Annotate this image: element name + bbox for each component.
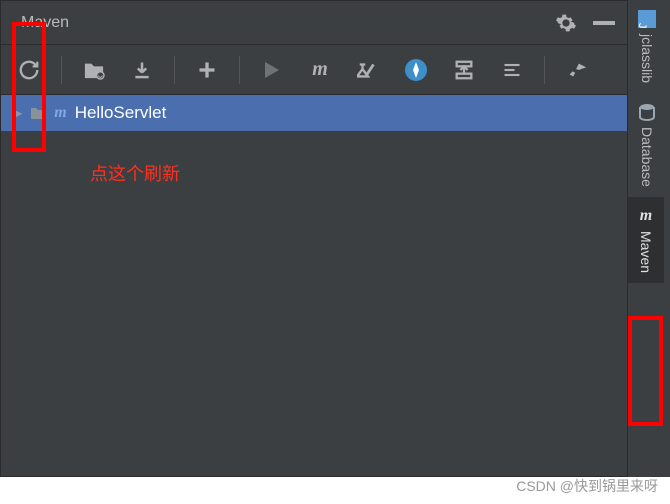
tree-item-project[interactable]: ▶ m HelloServlet <box>1 95 627 131</box>
reload-button[interactable] <box>9 50 49 90</box>
skip-tests-button[interactable] <box>348 50 388 90</box>
maven-tool-window: Maven m <box>0 0 628 477</box>
minimize-icon[interactable] <box>593 21 615 25</box>
sidebar-tab-label: jclasslib <box>639 34 655 83</box>
offline-button[interactable] <box>396 50 436 90</box>
right-sidebar: J jclasslib Database m Maven <box>628 0 670 477</box>
chevron-right-icon[interactable]: ▶ <box>13 106 22 120</box>
title-bar: Maven <box>1 1 627 45</box>
folder-icon <box>30 106 46 120</box>
run-button[interactable] <box>252 50 292 90</box>
database-icon <box>638 103 656 121</box>
title-actions <box>555 12 615 34</box>
watermark: CSDN @快到锅里来呀 <box>516 476 658 496</box>
separator <box>174 56 175 84</box>
separator <box>239 56 240 84</box>
sidebar-tab-jclasslib[interactable]: J jclasslib <box>628 0 666 93</box>
sidebar-tab-label: Maven <box>638 231 654 273</box>
annotation-text: 点这个刷新 <box>90 160 180 186</box>
add-button[interactable] <box>187 50 227 90</box>
sidebar-tab-maven[interactable]: m Maven <box>628 197 664 283</box>
project-tree: ▶ m HelloServlet <box>1 95 627 131</box>
m-icon: m <box>312 58 328 81</box>
maven-icon: m <box>640 207 652 225</box>
collapse-button[interactable] <box>492 50 532 90</box>
separator <box>544 56 545 84</box>
gear-icon[interactable] <box>555 12 577 34</box>
dependencies-button[interactable] <box>444 50 484 90</box>
sidebar-tab-database[interactable]: Database <box>628 93 666 197</box>
maven-m-icon: m <box>54 104 66 122</box>
jclasslib-icon: J <box>638 10 656 28</box>
settings-button[interactable] <box>557 50 597 90</box>
panel-title: Maven <box>13 14 69 32</box>
project-name: HelloServlet <box>75 103 167 123</box>
svg-text:J: J <box>638 23 648 28</box>
toolbar: m <box>1 45 627 95</box>
execute-goal-button[interactable]: m <box>300 50 340 90</box>
generate-sources-button[interactable] <box>74 50 114 90</box>
download-button[interactable] <box>122 50 162 90</box>
separator <box>61 56 62 84</box>
sidebar-tab-label: Database <box>639 127 655 187</box>
